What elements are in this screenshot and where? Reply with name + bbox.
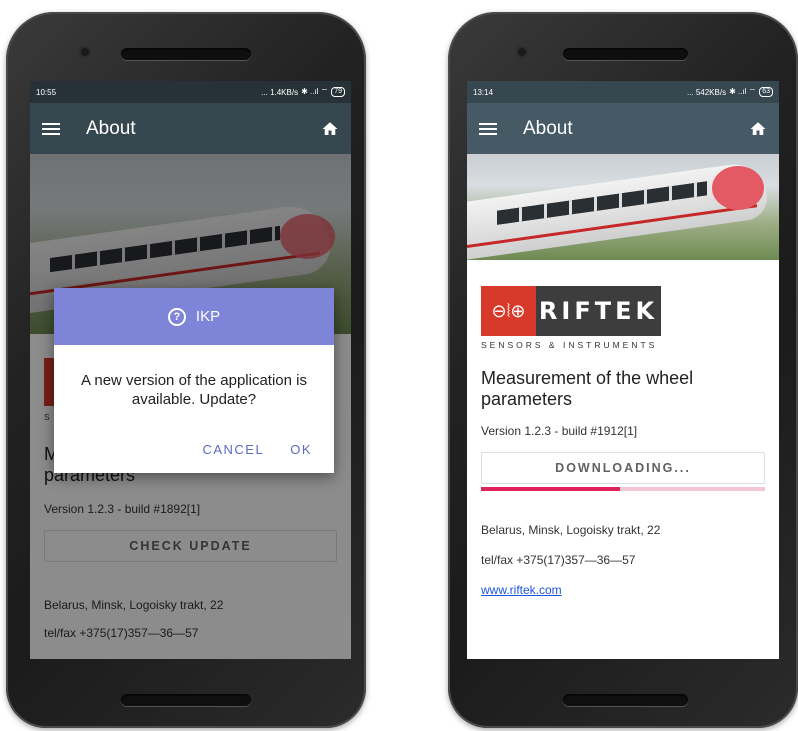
status-indicators: ... 1.4KB/s ✱ ..ıl ⌔ 79 — [261, 87, 345, 97]
about-content: ⊖⦚⊕ RIFTEK SENSORS & INSTRUMENTS Measure… — [467, 286, 779, 597]
logo-symbol-icon: ⊖⦚⊕ — [481, 286, 536, 336]
website-link[interactable]: www.riftek.com — [481, 583, 765, 597]
riftek-logo: ⊖⦚⊕ RIFTEK — [481, 286, 661, 336]
menu-icon[interactable] — [42, 122, 60, 135]
dialog-message: A new version of the application is avai… — [81, 372, 307, 408]
home-icon[interactable] — [749, 120, 767, 138]
logo-text: RIFTEK — [536, 286, 661, 336]
home-icon[interactable] — [321, 120, 339, 138]
update-dialog: ? IKP A new version of the application i… — [54, 288, 334, 473]
app-bar-title: About — [523, 117, 573, 139]
bottom-speaker — [121, 694, 251, 706]
signal-icon: ✱ ..ıl ⌔ — [729, 87, 757, 96]
version-text: Version 1.2.3 - build #1912[1] — [481, 424, 638, 438]
status-time: 10:55 — [36, 87, 57, 97]
left-screen: 10:55 ... 1.4KB/s ✱ ..ıl ⌔ 79 About S M … — [30, 81, 351, 659]
dialog-actions: CANCEL OK — [54, 409, 334, 473]
earpiece-speaker — [563, 48, 688, 60]
headline: Measurement of the wheel parameters — [481, 368, 694, 409]
dialog-header: ? IKP — [54, 288, 334, 345]
app-bar: About — [467, 103, 779, 154]
earpiece-speaker — [121, 48, 251, 60]
download-progress-fill — [481, 487, 621, 491]
battery-icon: 63 — [759, 87, 773, 97]
battery-icon: 79 — [331, 87, 345, 97]
address-text: Belarus, Minsk, Logoisky trakt, 22 — [481, 523, 661, 537]
network-speed: ... 1.4KB/s — [261, 87, 299, 97]
status-bar: 10:55 ... 1.4KB/s ✱ ..ıl ⌔ 79 — [30, 81, 351, 103]
logo-area: ⊖⦚⊕ RIFTEK SENSORS & INSTRUMENTS — [481, 286, 765, 350]
front-camera — [518, 48, 526, 56]
menu-icon[interactable] — [479, 122, 497, 135]
status-time: 13:14 — [473, 87, 494, 97]
cancel-button[interactable]: CANCEL — [202, 442, 264, 457]
downloading-button[interactable]: DOWNLOADING... — [481, 452, 765, 484]
dialog-title: IKP — [195, 308, 221, 325]
bottom-speaker — [563, 694, 688, 706]
front-camera — [81, 48, 89, 56]
signal-icon: ✱ ..ıl ⌔ — [301, 87, 329, 96]
hero-image-train — [467, 154, 779, 260]
phone-text: tel/fax +375(17)357—36—57 — [481, 553, 636, 567]
app-bar: About — [30, 103, 351, 154]
left-phone-frame: 10:55 ... 1.4KB/s ✱ ..ıl ⌔ 79 About S M … — [6, 12, 366, 728]
right-phone-frame: 13:14 ... 542KB/s ✱ ..ıl ⌔ 63 About ⊖⦚⊕ … — [448, 12, 798, 728]
status-bar: 13:14 ... 542KB/s ✱ ..ıl ⌔ 63 — [467, 81, 779, 103]
help-circle-icon: ? — [167, 307, 186, 326]
app-bar-title: About — [86, 117, 136, 139]
network-speed: ... 542KB/s — [686, 87, 727, 97]
status-indicators: ... 542KB/s ✱ ..ıl ⌔ 63 — [687, 87, 773, 97]
tagline: SENSORS & INSTRUMENTS — [481, 340, 658, 350]
right-screen: 13:14 ... 542KB/s ✱ ..ıl ⌔ 63 About ⊖⦚⊕ … — [467, 81, 779, 659]
ok-button[interactable]: OK — [290, 442, 312, 457]
download-progress-bar — [481, 487, 765, 491]
